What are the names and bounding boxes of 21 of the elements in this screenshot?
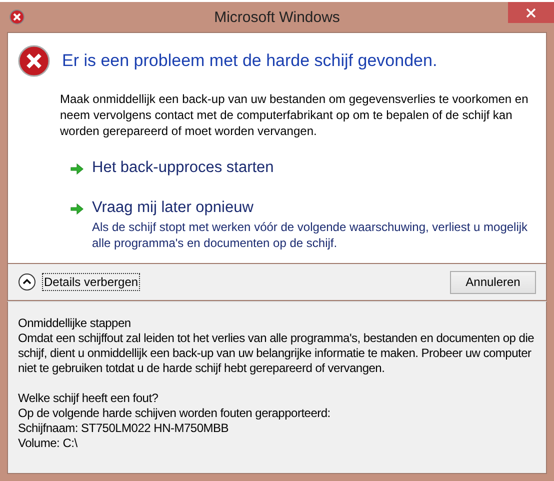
close-icon: [526, 8, 536, 18]
error-message: Maak onmiddellijk een back-up van uw bestanden om gegevensverlies te voorkomen en neem vervolgens contact met de computerfabrikant op om te bepalen of de schijf kan worden gerepareerd of moet worden vervangen.: [60, 91, 530, 139]
error-icon: [9, 9, 25, 25]
details-text: Omdat een schijffout zal leiden tot het verlies van alle programma's, bestanden en documenten op die schijf, dient u onmiddellijk een back-up van uw belangrijke informatie te maken. Probeer uw computer niet te gebruiken totdat u de harde schijf hebt gerepareerd of vervangen.: [18, 331, 536, 376]
details-heading: Welke schijf heeft een fout?: [18, 391, 160, 406]
arrow-icon: [70, 163, 84, 175]
details-text: Op de volgende harde schijven worden fouten gerapporteerd:: [18, 406, 332, 421]
close-button[interactable]: [508, 2, 554, 23]
window-title: Microsoft Windows: [214, 8, 340, 26]
command-link[interactable]: Vraag mij later opnieuw: [92, 199, 532, 217]
command-note: Als de schijf stopt met werken vóór de volgende waarschuwing, verliest u mogelijk alle programma's en documenten op de schijf.: [92, 219, 529, 251]
details-toggle[interactable]: Details verbergen: [42, 273, 140, 291]
error-icon: [18, 45, 50, 77]
cancel-button[interactable]: Annuleren: [450, 270, 536, 294]
command-link[interactable]: Het back-upproces starten: [92, 159, 274, 177]
arrow-icon: [70, 203, 84, 215]
chevron-up-icon[interactable]: [18, 273, 36, 291]
error-heading: Er is een probleem met de harde schijf gevonden.: [62, 51, 438, 71]
details-text: Volume: C:\: [18, 436, 78, 451]
details-text: Schijfnaam: ST750LM022 HN-M750MBB: [18, 421, 230, 436]
details-heading: Onmiddellijke stappen: [18, 316, 132, 331]
